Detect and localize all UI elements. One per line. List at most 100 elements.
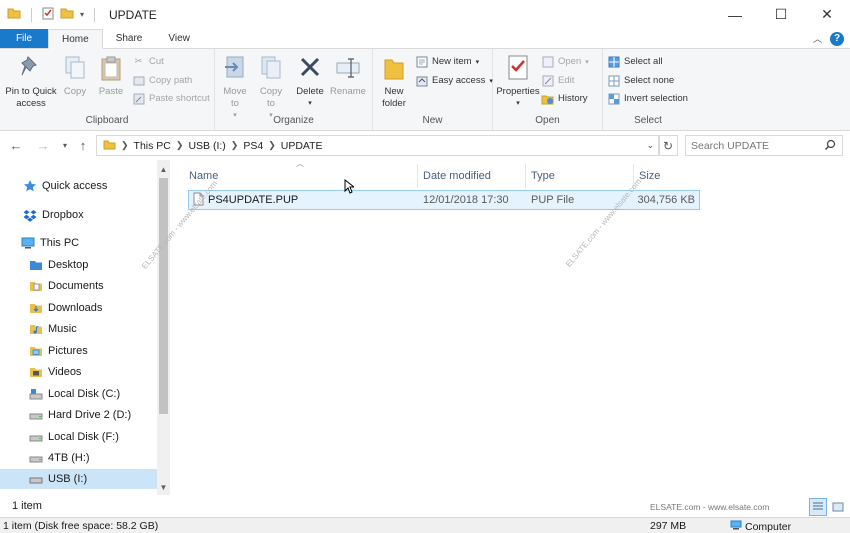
move-to-button[interactable]: Move to ▾ <box>219 53 251 122</box>
sidebar-item-pictures[interactable]: Pictures <box>0 341 157 361</box>
pin-icon <box>17 53 45 83</box>
copy-button[interactable]: Copy <box>60 53 90 98</box>
history-label: History <box>558 93 588 104</box>
move-to-label: Move to <box>223 86 247 109</box>
refresh-icon[interactable]: ↻ <box>658 135 678 156</box>
recent-locations-chevron-icon[interactable]: ▾ <box>55 135 75 155</box>
tab-share[interactable]: Share <box>103 29 156 48</box>
sidebar-item-label: Local Disk (C:) <box>48 388 121 400</box>
tab-file[interactable]: File <box>0 29 48 48</box>
tab-home[interactable]: Home <box>48 29 103 49</box>
sidebar-item-local-disk-f[interactable]: Local Disk (F:) <box>0 427 157 447</box>
paste-button[interactable]: Paste <box>94 53 128 98</box>
new-item-button[interactable]: New item ▾ <box>415 55 479 68</box>
breadcrumb-separator-icon[interactable]: ❯ <box>175 140 185 151</box>
taskbar-status: 1 item (Disk free space: 58.2 GB) 297 MB… <box>0 517 850 533</box>
back-arrow-icon[interactable]: ← <box>6 135 26 155</box>
chevron-up-icon[interactable]: ︿ <box>813 32 822 45</box>
column-header-date-modified[interactable]: Date modified <box>418 164 526 188</box>
window-title: UPDATE <box>109 7 157 22</box>
search-input[interactable]: Search UPDATE <box>685 135 843 156</box>
new-item-label: New item <box>432 56 472 67</box>
help-icon[interactable]: ? <box>830 31 844 46</box>
address-bar[interactable]: ❯ This PC ❯ USB (I:) ❯ PS4 ❯ UPDATE ⌄ <box>96 135 660 156</box>
paste-shortcut-button[interactable]: Paste shortcut <box>132 92 210 105</box>
select-all-button[interactable]: Select all <box>607 55 663 68</box>
sidebar-item-label: Quick access <box>42 180 108 192</box>
sidebar-item-videos[interactable]: Videos <box>0 362 157 382</box>
tab-view[interactable]: View <box>155 29 203 48</box>
select-none-button[interactable]: Select none <box>607 74 674 87</box>
watermark-bottom: ELSATE.com - www.elsate.com <box>650 502 770 512</box>
easy-access-icon <box>415 74 428 87</box>
large-icons-view-icon[interactable] <box>829 498 847 516</box>
sidebar-item-music[interactable]: Music <box>0 319 157 339</box>
forward-arrow-icon[interactable]: → <box>33 135 53 155</box>
column-header-type[interactable]: Type <box>526 164 634 188</box>
sidebar-item-desktop[interactable]: Desktop <box>0 255 157 275</box>
toolbar-divider <box>94 7 96 22</box>
navigation-scrollbar[interactable]: ▲ ▼ <box>157 160 170 495</box>
sidebar-item-4tb-h[interactable]: 4TB (H:) <box>0 448 157 468</box>
delete-button[interactable]: Delete ▾ <box>293 53 327 110</box>
sidebar-item-label: USB (I:) <box>48 473 88 485</box>
scroll-up-arrow-icon[interactable]: ▲ <box>157 162 170 176</box>
breadcrumb-ps4[interactable]: PS4 <box>239 140 267 152</box>
copy-path-icon <box>132 74 145 87</box>
sidebar-item-label: Pictures <box>48 345 88 357</box>
customize-qat-icon[interactable]: ▾ <box>80 10 84 19</box>
minimize-button[interactable]: — <box>712 0 758 29</box>
copy-to-button[interactable]: Copy to ▾ <box>255 53 287 122</box>
copy-path-button[interactable]: Copy path <box>132 74 192 87</box>
drive-icon <box>28 430 44 444</box>
breadcrumb-separator-icon[interactable]: ❯ <box>267 140 277 151</box>
edit-label: Edit <box>558 75 575 86</box>
column-header-size[interactable]: Size <box>634 164 704 188</box>
sidebar-item-downloads[interactable]: Downloads <box>0 298 157 318</box>
easy-access-button[interactable]: Easy access ▾ <box>415 74 493 87</box>
sidebar-item-usb-i[interactable]: USB (I:) <box>0 469 157 489</box>
new-folder-button[interactable]: New folder <box>377 53 411 110</box>
scroll-down-arrow-icon[interactable]: ▼ <box>157 480 170 494</box>
new-folder-icon <box>380 53 408 83</box>
sidebar-item-quick-access[interactable]: Quick access <box>0 176 157 196</box>
downloads-folder-icon <box>28 301 44 315</box>
breadcrumb-update[interactable]: UPDATE <box>277 140 327 152</box>
computer-icon <box>730 520 742 533</box>
breadcrumb-usb[interactable]: USB (I:) <box>184 140 229 152</box>
search-icon <box>824 139 836 154</box>
pin-label: Pin to Quick access <box>5 86 57 109</box>
sidebar-item-label: Downloads <box>48 302 103 314</box>
new-folder-qat-icon[interactable] <box>60 7 74 22</box>
pin-to-quick-access-button[interactable]: Pin to Quick access <box>4 53 58 110</box>
breadcrumb-separator-icon[interactable]: ❯ <box>230 140 240 151</box>
history-button[interactable]: History <box>541 92 588 105</box>
scrollbar-thumb[interactable] <box>159 178 168 414</box>
sidebar-item-documents[interactable]: Documents <box>0 276 157 296</box>
open-button[interactable]: Open ▾ <box>541 55 589 68</box>
edit-button[interactable]: Edit <box>541 74 574 87</box>
sidebar-item-dropbox[interactable]: Dropbox <box>0 205 157 225</box>
delete-x-icon <box>296 53 324 83</box>
dropdown-arrow-icon: ▾ <box>308 100 312 107</box>
properties-qat-icon[interactable] <box>42 7 54 23</box>
navigation-pane: Quick access Dropbox This PC Desktop Doc… <box>0 160 170 495</box>
documents-folder-icon <box>28 279 44 293</box>
breadcrumb-this-pc[interactable]: This PC <box>130 140 175 152</box>
sidebar-item-this-pc[interactable]: This PC <box>0 233 157 253</box>
close-button[interactable]: ✕ <box>804 0 850 29</box>
scissors-icon: ✂ <box>134 56 143 67</box>
sidebar-item-hard-drive-2-d[interactable]: Hard Drive 2 (D:) <box>0 405 157 425</box>
dropdown-arrow-icon: ▾ <box>585 58 589 66</box>
sidebar-item-label: Documents <box>48 280 104 292</box>
copy-to-icon <box>257 53 285 83</box>
maximize-button[interactable]: ☐ <box>758 0 804 29</box>
quick-access-toolbar: ▾ UPDATE <box>0 7 157 23</box>
sidebar-item-local-disk-c[interactable]: Local Disk (C:) <box>0 384 157 404</box>
up-arrow-icon[interactable]: ↑ <box>73 135 93 155</box>
rename-button[interactable]: Rename <box>329 53 367 98</box>
invert-selection-button[interactable]: Invert selection <box>607 92 688 105</box>
properties-button[interactable]: Properties ▾ <box>495 53 541 110</box>
cut-button[interactable]: ✂ Cut <box>132 55 164 68</box>
details-view-icon[interactable] <box>809 498 827 516</box>
